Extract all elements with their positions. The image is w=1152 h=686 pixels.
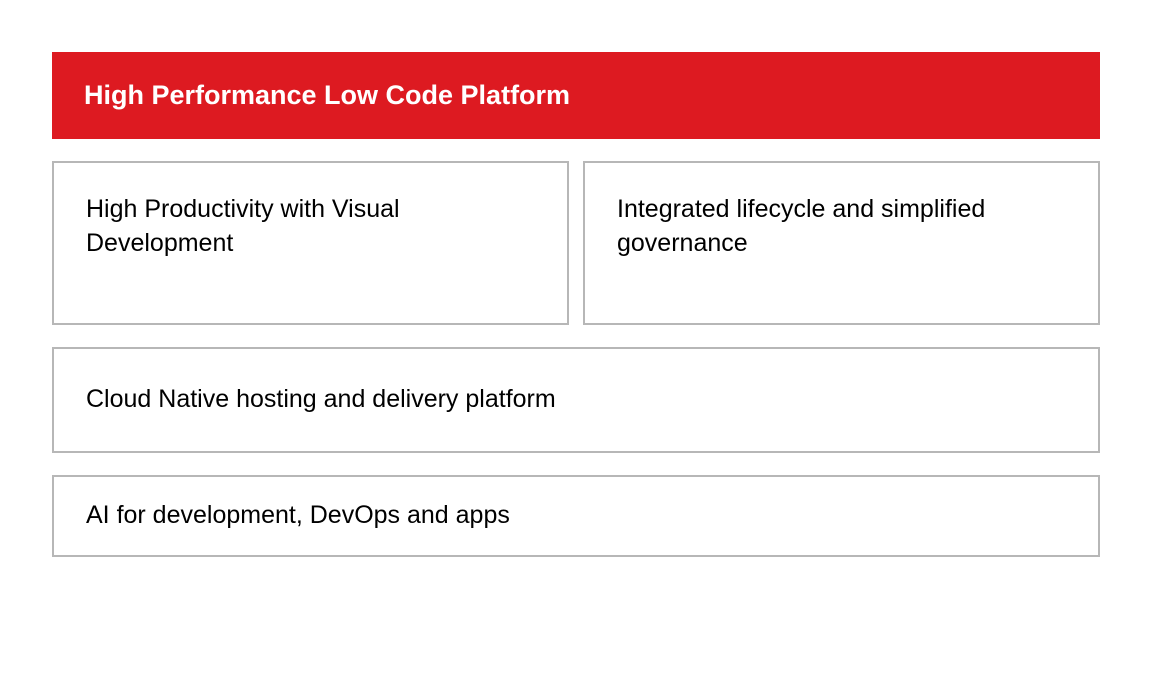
box-lifecycle-text: Integrated lifecycle and simplified gove… xyxy=(617,195,985,257)
box-ai: AI for development, DevOps and apps xyxy=(52,475,1100,557)
box-productivity-text: High Productivity with Visual Developmen… xyxy=(86,195,400,257)
box-cloud-native-text: Cloud Native hosting and delivery platfo… xyxy=(86,385,556,413)
top-row: High Productivity with Visual Developmen… xyxy=(52,161,1100,325)
header-title-bar: High Performance Low Code Platform xyxy=(52,52,1100,139)
box-ai-text: AI for development, DevOps and apps xyxy=(86,501,510,529)
box-cloud-native: Cloud Native hosting and delivery platfo… xyxy=(52,347,1100,453)
box-lifecycle: Integrated lifecycle and simplified gove… xyxy=(583,161,1100,325)
diagram-container: High Performance Low Code Platform High … xyxy=(52,52,1100,557)
box-productivity: High Productivity with Visual Developmen… xyxy=(52,161,569,325)
header-title-text: High Performance Low Code Platform xyxy=(84,80,570,110)
